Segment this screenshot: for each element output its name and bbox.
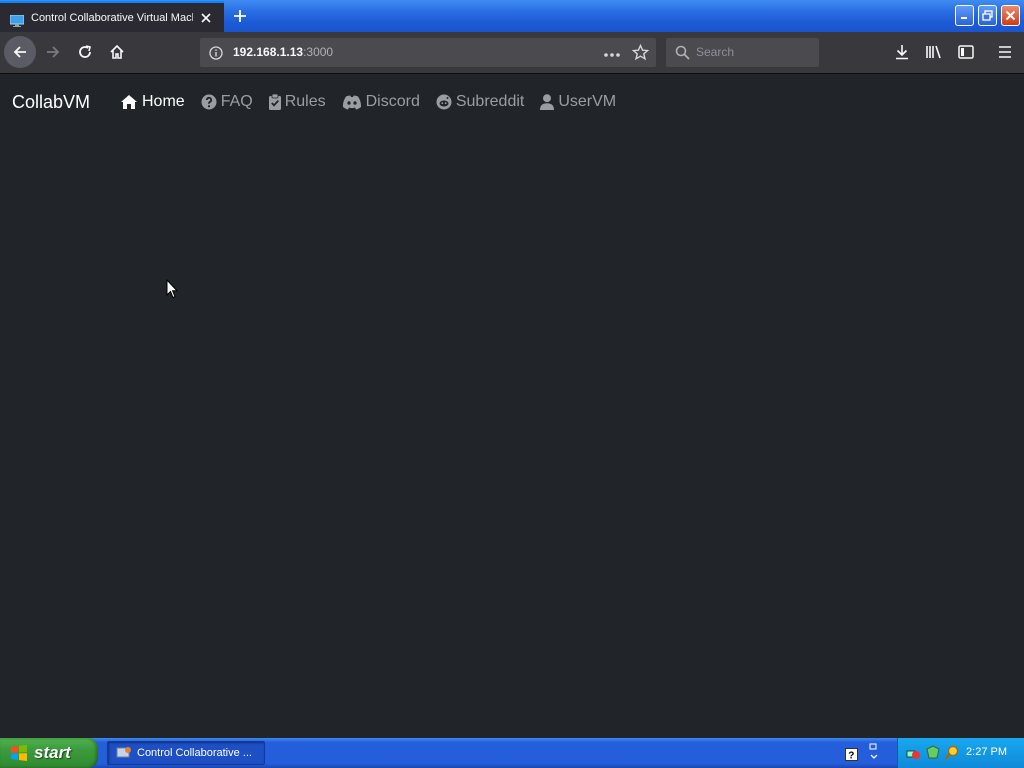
monitor-icon — [9, 12, 25, 27]
arrow-left-icon — [13, 46, 26, 58]
arrow-right-icon — [47, 46, 60, 58]
reload-icon — [79, 45, 91, 58]
browser-app-icon — [116, 746, 132, 760]
search-bar[interactable]: Search — [666, 38, 819, 67]
home-icon — [121, 95, 137, 109]
start-button[interactable]: start — [0, 738, 98, 768]
home-icon — [110, 44, 124, 59]
search-tray-icon[interactable] — [944, 745, 960, 765]
site-info-icon[interactable] — [209, 45, 223, 64]
browser-tab[interactable]: Control Collaborative Virtual Machi — [0, 1, 224, 32]
library-icon — [926, 45, 941, 59]
user-icon — [540, 94, 555, 110]
browser-toolbar: 192.168.1.13:3000 Search — [0, 32, 1024, 74]
clipboard-check-icon — [268, 94, 281, 110]
svg-text:?: ? — [848, 751, 854, 762]
nav-faq-label: FAQ — [220, 93, 253, 110]
tab-title: Control Collaborative Virtual Machi — [31, 11, 193, 24]
page-actions-icon[interactable] — [603, 46, 621, 65]
new-tab-icon[interactable] — [230, 6, 250, 26]
reddit-icon — [436, 94, 452, 110]
window-close-button[interactable] — [1001, 5, 1020, 26]
taskbar-clock: 2:27 PM — [966, 746, 1007, 758]
sidebar-icon — [958, 45, 974, 59]
security-icon[interactable] — [925, 745, 941, 765]
nav-rules[interactable]: Rules — [268, 93, 326, 111]
sidebar-button[interactable] — [951, 37, 981, 67]
restore-button[interactable] — [978, 5, 997, 26]
nav-discord[interactable]: Discord — [342, 93, 420, 111]
minimize-button[interactable] — [955, 5, 974, 26]
search-placeholder: Search — [696, 45, 735, 59]
question-circle-icon — [201, 94, 217, 110]
back-button[interactable] — [4, 36, 36, 68]
hamburger-menu-icon — [999, 46, 1011, 58]
nav-home[interactable]: Home — [120, 93, 185, 111]
discord-icon — [342, 95, 361, 109]
url-port: :3000 — [303, 45, 334, 59]
nav-uservm[interactable]: UserVM — [540, 93, 616, 111]
windows-logo-icon — [10, 744, 28, 762]
site-brand[interactable]: CollabVM — [12, 92, 90, 113]
nav-rules-label: Rules — [284, 93, 326, 110]
help-icon[interactable]: ? — [845, 746, 858, 765]
tab-close-icon[interactable] — [197, 9, 215, 27]
nav-discord-label: Discord — [365, 93, 420, 110]
browser-titlebar: Control Collaborative Virtual Machi — [0, 0, 1024, 32]
nav-subreddit[interactable]: Subreddit — [436, 93, 525, 111]
url-host: 192.168.1.13 — [233, 45, 304, 59]
nav-home-label: Home — [142, 93, 185, 110]
start-label: start — [34, 743, 71, 762]
site-navbar: CollabVM Home FAQ Rules Discord Subreddi… — [0, 74, 1024, 130]
taskbar: start Control Collaborative ... ? 2:27 P… — [0, 738, 1024, 768]
system-tray: 2:27 PM — [897, 738, 1024, 768]
nav-links: Home FAQ Rules Discord Subreddit UserVM — [120, 93, 632, 111]
nav-faq[interactable]: FAQ — [201, 93, 253, 111]
nav-subreddit-label: Subreddit — [455, 93, 525, 110]
menu-button[interactable] — [990, 37, 1020, 67]
home-button[interactable] — [102, 37, 132, 67]
tray-expand-icon[interactable] — [868, 743, 880, 767]
reload-button[interactable] — [70, 37, 100, 67]
url-text: 192.168.1.13:3000 — [233, 45, 333, 59]
url-bar[interactable]: 192.168.1.13:3000 — [200, 38, 656, 67]
download-icon — [896, 45, 908, 60]
forward-button[interactable] — [38, 37, 68, 67]
library-button[interactable] — [919, 37, 949, 67]
search-icon — [675, 45, 690, 64]
network-icon[interactable] — [906, 745, 922, 765]
taskbar-firefox-item[interactable]: Control Collaborative ... — [107, 741, 265, 765]
nav-uservm-label: UserVM — [558, 93, 617, 110]
bookmark-star-icon[interactable] — [631, 43, 650, 65]
taskbar-item-label: Control Collaborative ... — [137, 747, 252, 759]
downloads-button[interactable] — [887, 37, 917, 67]
mouse-cursor-icon — [166, 278, 179, 303]
